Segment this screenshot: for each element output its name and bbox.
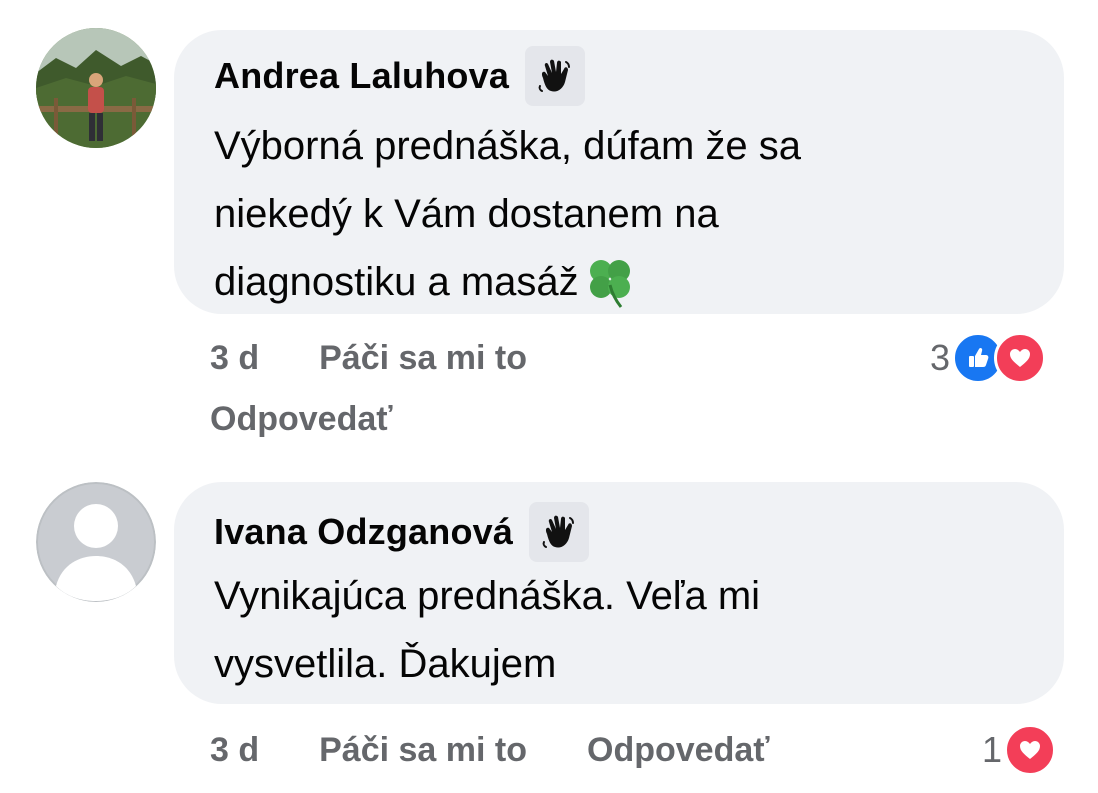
- comment-text-line-last: diagnostiku a masáž: [214, 248, 1024, 316]
- love-reaction-icon: [994, 332, 1047, 384]
- author-name[interactable]: Ivana Odzganová: [214, 511, 513, 553]
- comment-timestamp[interactable]: 3 d: [210, 339, 259, 378]
- author-row: Andrea Laluhova: [214, 46, 1024, 106]
- author-row: Ivana Odzganová: [214, 502, 1024, 562]
- comment-text: Vynikajúca prednáška. Veľa mi vysvetlila…: [214, 562, 1024, 698]
- waving-hand-icon[interactable]: [525, 46, 586, 106]
- love-reaction-icon: [1004, 724, 1057, 776]
- author-name[interactable]: Andrea Laluhova: [214, 55, 509, 97]
- four-leaf-clover-icon: [581, 253, 639, 311]
- comment-text-line: diagnostiku a masáž: [214, 260, 579, 304]
- comment-text: Výborná prednáška, dúfam že sa niekedý k…: [214, 112, 1024, 316]
- comment-actions: 3 d Páči sa mi to Odpovedať: [210, 725, 770, 775]
- reaction-summary[interactable]: 3: [930, 332, 1047, 384]
- comment-text-line: Výborná prednáška, dúfam že sa: [214, 124, 802, 168]
- comments-section: Andrea Laluhova Výborná prednáška, dúfam…: [0, 0, 1098, 793]
- comment-text-line: Vynikajúca prednáška. Veľa mi: [214, 574, 761, 618]
- default-avatar-icon: [36, 482, 156, 602]
- reaction-count: 3: [930, 337, 951, 378]
- like-button[interactable]: Páči sa mi to: [319, 731, 527, 770]
- reply-button[interactable]: Odpovedať: [587, 731, 770, 770]
- avatar[interactable]: [36, 482, 156, 602]
- comment-text-line: vysvetlila. Ďakujem: [214, 642, 557, 686]
- reply-button[interactable]: Odpovedať: [210, 400, 393, 439]
- profile-photo: [36, 28, 156, 148]
- avatar[interactable]: [36, 28, 156, 148]
- reaction-summary[interactable]: 1: [982, 724, 1057, 776]
- comment-bubble: Ivana Odzganová Vynikajúca prednáška. Ve…: [174, 482, 1064, 704]
- comment-timestamp[interactable]: 3 d: [210, 731, 259, 770]
- reaction-count: 1: [982, 729, 1003, 770]
- comment-bubble: Andrea Laluhova Výborná prednáška, dúfam…: [174, 30, 1064, 314]
- waving-hand-icon[interactable]: [529, 502, 590, 562]
- comment-actions: 3 d Páči sa mi to: [210, 333, 527, 383]
- comment-text-line: niekedý k Vám dostanem na: [214, 192, 719, 236]
- like-button[interactable]: Páči sa mi to: [319, 339, 527, 378]
